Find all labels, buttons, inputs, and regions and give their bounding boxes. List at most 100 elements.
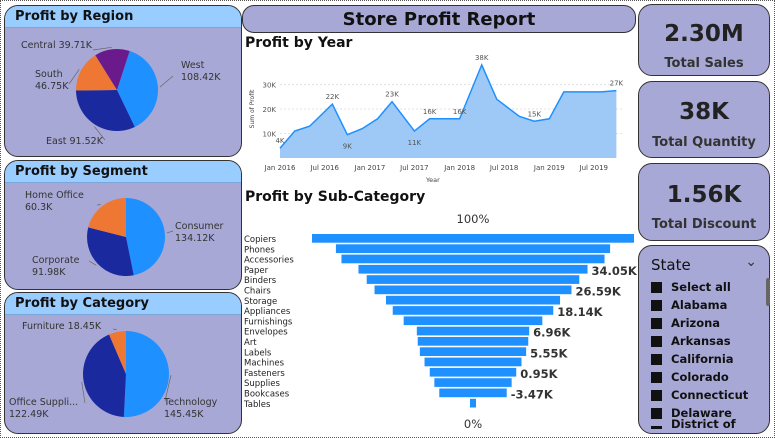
funnel-bar-fasteners[interactable] xyxy=(429,367,517,377)
funnel-category-label: Appliances xyxy=(244,307,291,317)
state-list[interactable]: Select all Alabama Arizona Arkansas Cali… xyxy=(651,278,761,429)
checkbox-icon[interactable] xyxy=(651,317,662,329)
checkbox-icon[interactable] xyxy=(651,335,662,347)
profit-by-year-chart[interactable]: 10K 20K 30K 4K 22K 9K 23K 11K 16K 16K 38K 15K 27K Jan… xyxy=(244,52,624,192)
state-item-label: Select all xyxy=(671,280,731,294)
checkbox-icon[interactable] xyxy=(651,281,662,293)
funnel-category-label: Supplies xyxy=(244,379,281,389)
kpi-total-sales-value: 2.30M xyxy=(664,21,744,47)
point-label: 27K xyxy=(610,80,624,88)
funnel-bar-paper[interactable] xyxy=(358,264,588,274)
funnel-bar-copiers[interactable] xyxy=(312,234,634,243)
checkbox-icon[interactable] xyxy=(651,371,662,383)
funnel-bar-envelopes[interactable] xyxy=(416,326,530,336)
state-item-colorado[interactable]: Colorado xyxy=(651,368,761,386)
funnel-bar-accessories[interactable] xyxy=(341,254,605,264)
funnel-value-label: -3.47K xyxy=(511,388,554,402)
state-item-label: California xyxy=(671,352,734,366)
y-axis-label: Sum of Profit xyxy=(249,89,256,128)
segment-pie-chart[interactable]: Consumer134.12K Corporate91.98K Home Offic… xyxy=(5,183,242,290)
funnel-bar-chairs[interactable] xyxy=(374,285,572,295)
pie-leader-line xyxy=(166,230,174,234)
chevron-down-icon[interactable]: ⌄ xyxy=(745,254,757,270)
pie-leader-line xyxy=(88,260,97,266)
funnel-bar-art[interactable] xyxy=(417,337,529,346)
funnel-bar-furnishings[interactable] xyxy=(403,316,543,326)
state-item-connecticut[interactable]: Connecticut xyxy=(651,386,761,404)
x-tick-label: Jul 2016 xyxy=(309,164,339,172)
y-tick-label: 30K xyxy=(263,82,277,90)
pie-value-office-suppli: 122.49K xyxy=(9,409,49,420)
funnel-top-label: 100% xyxy=(457,212,490,226)
segment-card: Profit by Segment Consumer 134.12K Corpora… xyxy=(4,160,242,290)
state-item-district-of-columbia[interactable]: District of Columbia xyxy=(651,417,761,429)
pie-slice-technology[interactable] xyxy=(123,331,170,417)
funnel-value-label: 5.55K xyxy=(530,346,568,360)
state-item-california[interactable]: California xyxy=(651,350,761,368)
point-label: 11K xyxy=(408,139,422,147)
x-tick-label: Jan 2019 xyxy=(533,164,565,172)
funnel-category-label: Envelopes xyxy=(244,328,288,338)
funnel-bar-binders[interactable] xyxy=(366,275,580,284)
pie-leader-line xyxy=(92,46,112,51)
pie-label-home-office: Home Office xyxy=(25,190,84,201)
state-slicer-title: State xyxy=(651,256,691,274)
state-item-label: Connecticut xyxy=(671,388,749,402)
funnel-bar-phones[interactable] xyxy=(335,244,611,253)
funnel-bar-labels[interactable] xyxy=(419,347,527,356)
point-label: 23K xyxy=(385,91,399,99)
funnel-bar-bookcases[interactable] xyxy=(439,388,507,398)
funnel-bar-appliances[interactable] xyxy=(392,306,554,315)
checkbox-icon[interactable] xyxy=(651,389,662,401)
state-item-arizona[interactable]: Arizona xyxy=(651,314,761,332)
y-tick-label: 20K xyxy=(263,106,277,114)
point-label: 4K xyxy=(275,137,284,145)
funnel-value-label: 18.14K xyxy=(557,305,603,319)
pie-value-south: 46.75K xyxy=(35,81,69,92)
checkbox-icon[interactable] xyxy=(651,425,662,429)
funnel-bottom-label: 0% xyxy=(464,417,482,431)
funnel-category-label: Phones xyxy=(244,245,275,255)
point-label: 15K xyxy=(528,110,542,118)
funnel-value-label: 0.95K xyxy=(520,367,558,381)
segment-card-title: Profit by Segment xyxy=(5,161,241,183)
checkbox-icon[interactable] xyxy=(651,299,662,311)
checkbox-icon[interactable] xyxy=(651,353,662,365)
x-tick-label: Jan 2018 xyxy=(443,164,475,172)
checkbox-icon[interactable] xyxy=(651,407,662,419)
state-item-label: Colorado xyxy=(671,370,729,384)
x-tick-label: Jan 2017 xyxy=(354,164,386,172)
funnel-value-label: 6.96K xyxy=(533,326,571,340)
point-label: 16K xyxy=(423,108,437,116)
funnel-value-label: 34.05K xyxy=(592,264,637,278)
kpi-total-quantity-value: 38K xyxy=(679,99,729,125)
x-tick-label: Jan 2016 xyxy=(264,164,296,172)
point-label: 22K xyxy=(326,93,340,101)
state-item-alabama[interactable]: Alabama xyxy=(651,296,761,314)
region-pie-chart[interactable]: West108.42K East 91.52K South46.75K Central… xyxy=(5,28,242,157)
funnel-category-label: Tables xyxy=(243,400,271,410)
pie-value-corporate: 91.98K xyxy=(32,267,66,278)
category-pie-chart[interactable]: Technology145.45K Office Suppli...122.49K… xyxy=(5,315,242,434)
funnel-bar-tables[interactable] xyxy=(470,398,476,408)
state-item-select-all[interactable]: Select all xyxy=(651,278,761,296)
category-card-title: Profit by Category xyxy=(5,293,241,315)
funnel-bar-machines[interactable] xyxy=(424,357,522,367)
scrollbar[interactable] xyxy=(766,278,770,306)
funnel-category-label: Machines xyxy=(244,359,285,369)
funnel-category-label: Binders xyxy=(244,276,277,286)
profit-by-subcategory-funnel[interactable]: 100% CopiersPhonesAccessoriesPaper 34.05K B… xyxy=(242,208,637,436)
region-card-title: Profit by Region xyxy=(5,6,241,28)
funnel-category-label: Storage xyxy=(244,297,277,307)
x-tick-label: Jul 2019 xyxy=(579,164,609,172)
funnel-bar-storage[interactable] xyxy=(385,295,561,305)
state-item-arkansas[interactable]: Arkansas xyxy=(651,332,761,350)
pie-label-technology: Technology xyxy=(163,397,218,408)
state-item-label: Alabama xyxy=(671,298,728,312)
point-label: 38K xyxy=(475,54,489,62)
state-slicer: State ⌄ Select all Alabama Arizona Arkan… xyxy=(638,245,770,434)
funnel-category-label: Art xyxy=(244,338,257,348)
funnel-bar-supplies[interactable] xyxy=(434,378,512,387)
pie-slice-consumer[interactable] xyxy=(126,198,165,276)
pie-value-central: Central 39.71K xyxy=(21,40,93,51)
